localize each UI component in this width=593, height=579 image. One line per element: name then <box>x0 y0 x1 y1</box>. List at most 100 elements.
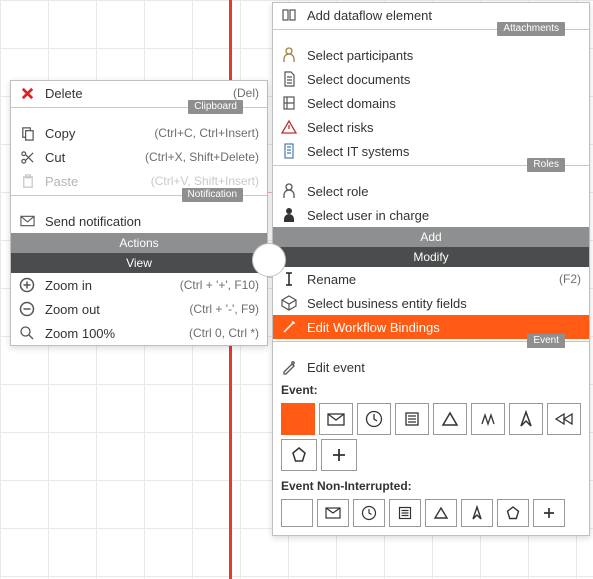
ni-parallel-icon[interactable] <box>497 499 529 527</box>
notification-divider: Notification <box>11 195 267 209</box>
ni-plus-icon[interactable] <box>533 499 565 527</box>
zoom-out-label: Zoom out <box>45 302 181 317</box>
ni-message-icon[interactable] <box>317 499 349 527</box>
select-risks-label: Select risks <box>307 120 581 135</box>
ni-none-icon[interactable] <box>281 499 313 527</box>
event-signal-icon[interactable] <box>433 403 467 435</box>
clipboard-icon <box>17 171 37 191</box>
dataflow-icon <box>279 5 299 25</box>
role-icon <box>279 181 299 201</box>
zoom-in-label: Zoom in <box>45 278 172 293</box>
right-tabbar: Add <box>273 227 589 247</box>
select-role-label: Select role <box>307 184 581 199</box>
event-conditional-icon[interactable] <box>395 403 429 435</box>
select-user-in-charge-label: Select user in charge <box>307 208 581 223</box>
zoom-in-icon <box>17 275 37 295</box>
edit-event-label: Edit event <box>307 360 581 375</box>
zoom-100-action[interactable]: Zoom 100% (Ctrl 0, Ctrl *) <box>11 321 267 345</box>
clipboard-section-label: Clipboard <box>188 100 243 114</box>
zoom-100-label: Zoom 100% <box>45 326 181 341</box>
cut-action[interactable]: Cut (Ctrl+X, Shift+Delete) <box>11 145 267 169</box>
cut-label: Cut <box>45 150 137 165</box>
event-plus-icon[interactable] <box>321 439 357 471</box>
tab-view[interactable]: View <box>11 253 267 273</box>
delete-label: Delete <box>45 86 225 101</box>
send-notification-label: Send notification <box>45 214 259 229</box>
send-notification-action[interactable]: Send notification <box>11 209 267 233</box>
roles-divider: Roles <box>273 165 589 179</box>
attachments-section-label: Attachments <box>497 22 565 36</box>
tab-actions[interactable]: Actions <box>11 233 267 253</box>
copy-action[interactable]: Copy (Ctrl+C, Ctrl+Insert) <box>11 121 267 145</box>
user-solid-icon <box>279 205 299 225</box>
document-icon <box>279 69 299 89</box>
edit-icon <box>279 357 299 377</box>
tab-add[interactable]: Add <box>273 227 589 247</box>
radial-menu-hub <box>252 243 286 277</box>
select-participants-action[interactable]: Select participants <box>273 43 589 67</box>
select-participants-label: Select participants <box>307 48 581 63</box>
select-risks-action[interactable]: Select risks <box>273 115 589 139</box>
ni-timer-icon[interactable] <box>353 499 385 527</box>
ni-conditional-icon[interactable] <box>389 499 421 527</box>
left-tabbar: Actions <box>11 233 267 253</box>
domain-icon <box>279 93 299 113</box>
event-section-label: Event <box>527 334 565 348</box>
zoom-out-action[interactable]: Zoom out (Ctrl + '-', F9) <box>11 297 267 321</box>
event-message-icon[interactable] <box>319 403 353 435</box>
rename-action[interactable]: Rename (F2) <box>273 267 589 291</box>
paste-label: Paste <box>45 174 143 189</box>
ni-signal-icon[interactable] <box>425 499 457 527</box>
select-documents-label: Select documents <box>307 72 581 87</box>
scissors-icon <box>17 147 37 167</box>
attachments-divider: Attachments <box>273 29 589 43</box>
event-divider: Event <box>273 341 589 355</box>
delete-hotkey: (Del) <box>225 86 259 100</box>
copy-hotkey: (Ctrl+C, Ctrl+Insert) <box>146 126 259 140</box>
notification-section-label: Notification <box>182 188 243 202</box>
ni-escalation-icon[interactable] <box>461 499 493 527</box>
select-role-action[interactable]: Select role <box>273 179 589 203</box>
add-modify-panel: Add dataflow element Attachments Select … <box>272 2 590 536</box>
add-dataflow-label: Add dataflow element <box>307 8 581 23</box>
select-it-systems-label: Select IT systems <box>307 144 581 159</box>
event-parallel-icon[interactable] <box>281 439 317 471</box>
zoom-in-hotkey: (Ctrl + '+', F10) <box>172 278 259 292</box>
zoom-out-hotkey: (Ctrl + '-', F9) <box>181 302 259 316</box>
cut-hotkey: (Ctrl+X, Shift+Delete) <box>137 150 259 164</box>
zoom-reset-icon <box>17 323 37 343</box>
zoom-in-action[interactable]: Zoom in (Ctrl + '+', F10) <box>11 273 267 297</box>
event-multiple-icon[interactable] <box>471 403 505 435</box>
right-tabbar2: Modify <box>273 247 589 267</box>
rename-hotkey: (F2) <box>551 272 581 286</box>
event-noninterrupted-row <box>273 495 589 535</box>
event-noninterrupted-label: Event Non-Interrupted: <box>273 475 589 495</box>
cube-icon <box>279 293 299 313</box>
server-icon <box>279 141 299 161</box>
left-tabbar2: View <box>11 253 267 273</box>
edit-event-action[interactable]: Edit event <box>273 355 589 379</box>
event-compensation-icon[interactable] <box>547 403 581 435</box>
edit-workflow-bindings-label: Edit Workflow Bindings <box>307 320 581 335</box>
event-none-icon[interactable] <box>281 403 315 435</box>
select-domains-label: Select domains <box>307 96 581 111</box>
person-icon <box>279 45 299 65</box>
select-domains-action[interactable]: Select domains <box>273 91 589 115</box>
risk-icon <box>279 117 299 137</box>
clipboard-divider: Clipboard <box>11 107 267 121</box>
paste-hotkey: (Ctrl+V, Shift+Insert) <box>143 174 259 188</box>
wand-icon <box>279 317 299 337</box>
zoom-100-hotkey: (Ctrl 0, Ctrl *) <box>181 326 259 340</box>
roles-section-label: Roles <box>527 158 565 172</box>
select-documents-action[interactable]: Select documents <box>273 67 589 91</box>
tab-modify[interactable]: Modify <box>273 247 589 267</box>
select-user-in-charge-action[interactable]: Select user in charge <box>273 203 589 227</box>
business-entity-action[interactable]: Select business entity fields <box>273 291 589 315</box>
event-icons-row <box>273 399 589 439</box>
actions-panel: Delete (Del) Clipboard Copy (Ctrl+C, Ctr… <box>10 80 268 346</box>
mail-icon <box>17 211 37 231</box>
event-timer-icon[interactable] <box>357 403 391 435</box>
zoom-out-icon <box>17 299 37 319</box>
rename-label: Rename <box>307 272 551 287</box>
event-escalation-icon[interactable] <box>509 403 543 435</box>
